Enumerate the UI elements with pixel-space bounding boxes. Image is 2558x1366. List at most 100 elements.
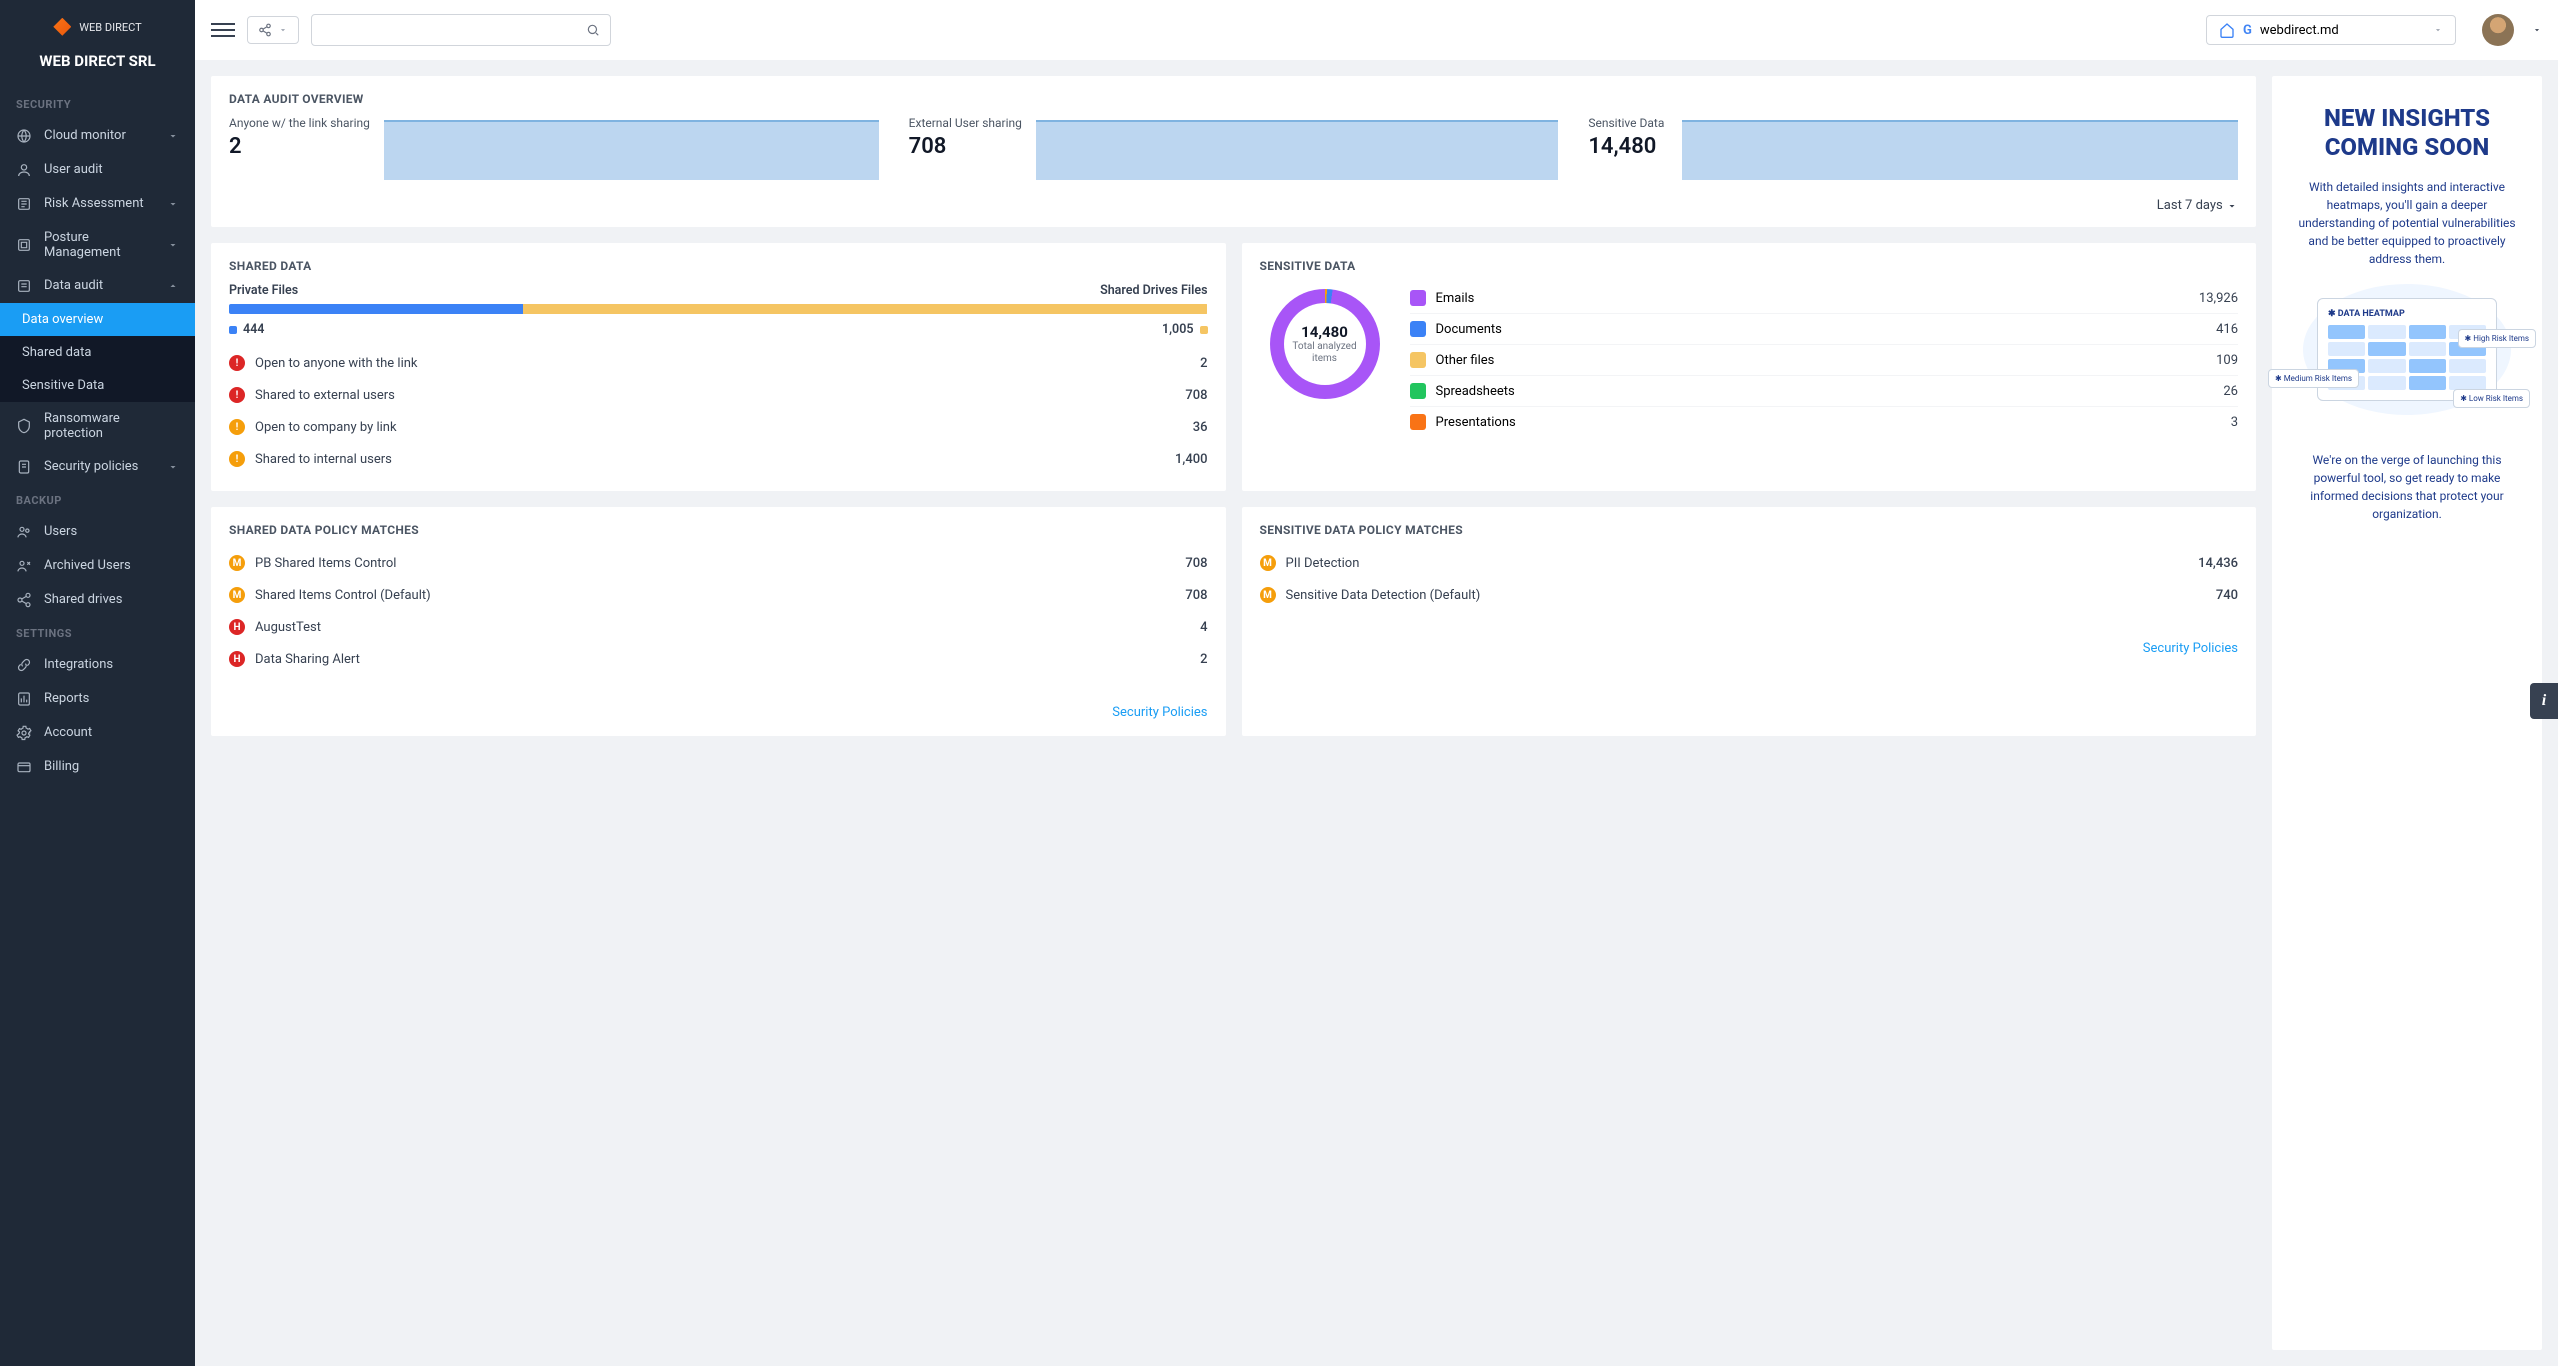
row-label: PII Detection <box>1286 556 1360 571</box>
row-value: 708 <box>1185 588 1207 603</box>
menu-toggle-button[interactable] <box>211 19 235 41</box>
sidebar-item[interactable]: Integrations <box>0 648 195 682</box>
brand-logo: WEB DIRECT <box>0 0 195 44</box>
sensitive-data-title: SENSITIVE DATA <box>1242 243 2257 283</box>
sidebar-subitem[interactable]: Data overview <box>0 303 195 336</box>
shared-row[interactable]: !Shared to internal users1,400 <box>229 443 1208 475</box>
stat-label: External User sharing <box>909 116 1022 132</box>
row-label: Open to company by link <box>255 420 397 435</box>
sidebar-item[interactable]: Archived Users <box>0 549 195 583</box>
row-label: Shared to internal users <box>255 452 392 467</box>
row-label: Spreadsheets <box>1436 384 1515 399</box>
row-label: Open to anyone with the link <box>255 356 418 371</box>
sidebar-item[interactable]: User audit <box>0 153 195 187</box>
overview-stat: Sensitive Data 14,480 <box>1588 116 2238 180</box>
share-dropdown[interactable] <box>247 16 299 44</box>
sensitive-row[interactable]: Emails13,926 <box>1410 283 2239 314</box>
timerange-label: Last 7 days <box>2157 198 2223 213</box>
sidebar-item[interactable]: Billing <box>0 750 195 784</box>
policy-row[interactable]: MSensitive Data Detection (Default)740 <box>1260 579 2239 611</box>
nav-icon <box>16 418 34 434</box>
sparkline-bar <box>384 120 879 180</box>
nav-icon <box>16 237 34 253</box>
chevron-down-icon[interactable] <box>2532 25 2542 35</box>
policy-row[interactable]: HData Sharing Alert2 <box>229 643 1208 675</box>
info-tab[interactable]: i <box>2530 683 2558 719</box>
sidebar-item[interactable]: Users <box>0 515 195 549</box>
shared-row[interactable]: !Shared to external users708 <box>229 379 1208 411</box>
severity-badge-icon: M <box>1260 587 1276 603</box>
company-name: WEB DIRECT SRL <box>0 44 195 88</box>
severity-badge-icon: M <box>1260 555 1276 571</box>
policy-row[interactable]: MPB Shared Items Control708 <box>229 547 1208 579</box>
filetype-icon <box>1410 383 1426 399</box>
sidebar-section-title: SECURITY <box>0 88 195 119</box>
promo-title: NEW INSIGHTS COMING SOON <box>2290 104 2524 162</box>
sensitive-row[interactable]: Spreadsheets26 <box>1410 376 2239 407</box>
row-value: 14,436 <box>2198 556 2238 571</box>
row-label: AugustTest <box>255 620 321 635</box>
count-drives: 1,005 <box>1162 322 1208 337</box>
chevron-down-icon <box>278 25 288 35</box>
sidebar-item[interactable]: Reports <box>0 682 195 716</box>
row-value: 708 <box>1185 556 1207 571</box>
policy-row[interactable]: MShared Items Control (Default)708 <box>229 579 1208 611</box>
sidebar-item-label: Reports <box>44 691 89 706</box>
row-label: Other files <box>1436 353 1495 368</box>
shared-row[interactable]: !Open to company by link36 <box>229 411 1208 443</box>
row-label: Sensitive Data Detection (Default) <box>1286 588 1481 603</box>
stat-value: 14,480 <box>1588 134 1668 159</box>
sidebar-item[interactable]: Shared drives <box>0 583 195 617</box>
nav-icon <box>16 128 34 144</box>
sidebar-section-title: SETTINGS <box>0 617 195 648</box>
timerange-selector[interactable]: Last 7 days <box>211 192 2256 227</box>
sidebar-item[interactable]: Risk Assessment <box>0 187 195 221</box>
shared-policy-card: SHARED DATA POLICY MATCHES MPB Shared It… <box>211 507 1226 736</box>
row-label: Emails <box>1436 291 1475 306</box>
sensitive-row[interactable]: Presentations3 <box>1410 407 2239 437</box>
row-value: 4 <box>1200 620 1207 635</box>
shared-data-card: SHARED DATA Private Files Shared Drives … <box>211 243 1226 491</box>
sidebar-item[interactable]: Ransomware protection <box>0 402 195 450</box>
sensitive-row[interactable]: Other files109 <box>1410 345 2239 376</box>
nav-icon <box>16 162 34 178</box>
sidebar-item[interactable]: Security policies <box>0 450 195 484</box>
logo-mark-icon <box>53 18 71 36</box>
sensitive-policy-link[interactable]: Security Policies <box>2143 641 2238 656</box>
filetype-icon <box>1410 321 1426 337</box>
legend-private: Private Files <box>229 283 298 298</box>
shared-row[interactable]: !Open to anyone with the link2 <box>229 347 1208 379</box>
sidebar-item[interactable]: Cloud monitor <box>0 119 195 153</box>
chevron-down-icon <box>167 239 179 251</box>
stat-label: Anyone w/ the link sharing <box>229 116 370 132</box>
row-label: Shared to external users <box>255 388 395 403</box>
stat-value: 2 <box>229 134 370 159</box>
sidebar-item[interactable]: Account <box>0 716 195 750</box>
search-box[interactable] <box>311 14 611 46</box>
policy-row[interactable]: M PII Detection 14,436 <box>1260 547 2239 579</box>
overview-title: DATA AUDIT OVERVIEW <box>211 76 2256 116</box>
sensitive-row[interactable]: Documents416 <box>1410 314 2239 345</box>
domain-selector[interactable]: G webdirect.md <box>2206 15 2456 45</box>
sidebar-subitem[interactable]: Shared data <box>0 336 195 369</box>
nav-icon <box>16 558 34 574</box>
sidebar-item[interactable]: Posture Management <box>0 221 195 269</box>
shared-policy-link[interactable]: Security Policies <box>1112 705 1207 720</box>
severity-badge-icon: ! <box>229 451 245 467</box>
sidebar-section-title: BACKUP <box>0 484 195 515</box>
policy-row[interactable]: HAugustTest4 <box>229 611 1208 643</box>
sensitive-donut-chart: 14,480 Total analyzed items <box>1270 289 1380 399</box>
promo-illustration: ✱ DATA HEATMAP ✱ High Risk Items ✱ Mediu… <box>2290 298 2524 401</box>
row-value: 36 <box>1193 420 1208 435</box>
sidebar-subitem[interactable]: Sensitive Data <box>0 369 195 402</box>
nav-icon <box>16 278 34 294</box>
sidebar-item[interactable]: Data audit <box>0 269 195 303</box>
stat-label: Sensitive Data <box>1588 116 1668 132</box>
promo-text-2: We're on the verge of launching this pow… <box>2290 451 2524 523</box>
chevron-down-icon <box>167 130 179 142</box>
row-value: 2 <box>1200 356 1207 371</box>
severity-badge-icon: H <box>229 651 245 667</box>
row-value: 2 <box>1200 652 1207 667</box>
user-avatar[interactable] <box>2482 14 2514 46</box>
search-input[interactable] <box>322 23 586 38</box>
